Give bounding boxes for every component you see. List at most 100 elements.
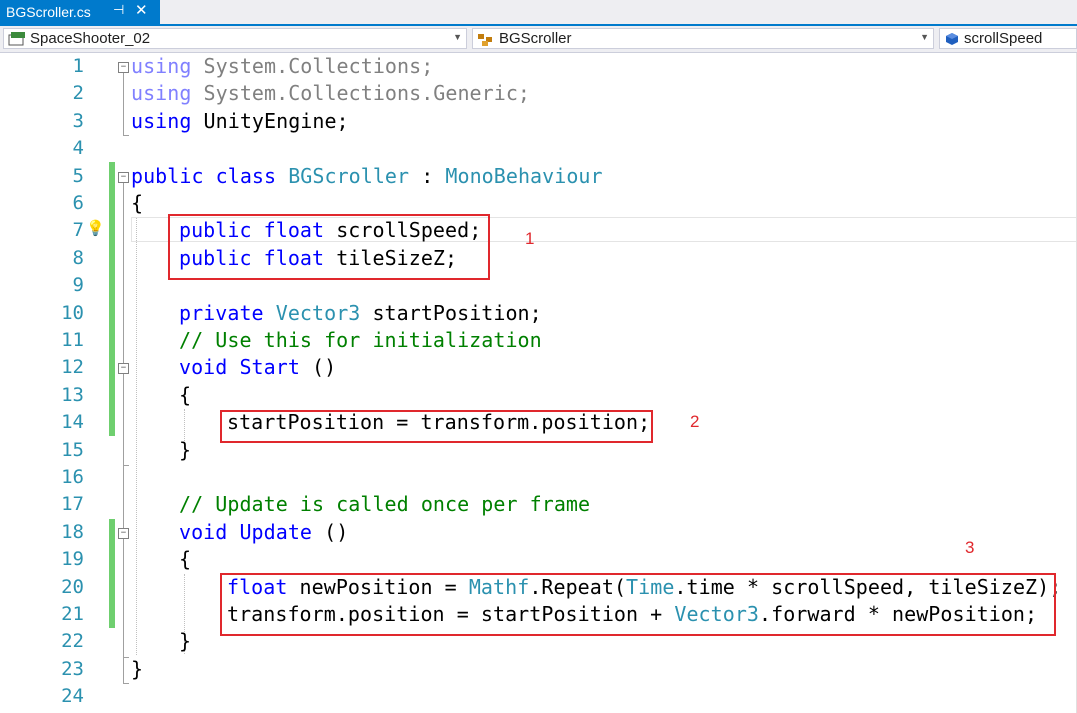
code-text: using System.Collections.Generic; [131, 80, 530, 107]
code-token: BGScroller [288, 163, 410, 188]
line-number: 12 [61, 356, 84, 379]
line-number: 1 [72, 55, 84, 77]
line-number: 5 [72, 164, 84, 187]
tab-label: BGScroller.cs [6, 4, 91, 20]
code-token: Vector3 [275, 300, 361, 325]
member-dropdown-value: scrollSpeed [964, 30, 1043, 47]
line-number: 6 [72, 192, 84, 214]
code-token: class [215, 163, 277, 188]
member-dropdown[interactable]: scrollSpeed [939, 28, 1077, 49]
line-number: 9 [72, 274, 84, 297]
code-token: void [179, 519, 228, 544]
code-line[interactable]: 4 [0, 135, 1077, 162]
code-token: : [409, 163, 446, 188]
code-text: public class BGScroller : MonoBehaviour [131, 163, 603, 190]
line-number: 8 [72, 246, 84, 269]
code-text: // Use this for initialization [179, 327, 542, 354]
class-icon [478, 33, 492, 46]
class-dropdown[interactable]: BGScroller ▼ [472, 28, 934, 49]
pin-icon[interactable]: ⊣ [113, 3, 124, 18]
line-number: 18 [61, 520, 84, 543]
chevron-down-icon: ▼ [920, 32, 929, 42]
code-token: void [179, 355, 228, 380]
code-text: } [179, 437, 191, 464]
line-number: 16 [61, 466, 84, 488]
code-line[interactable]: 10 private Vector3 startPosition; [0, 300, 1077, 327]
code-text: void Update () [179, 519, 348, 546]
code-line[interactable]: 19 { [0, 546, 1077, 573]
code-text: } [179, 628, 191, 655]
line-number: 4 [72, 137, 84, 160]
code-line[interactable]: 13 { [0, 382, 1077, 409]
highlight-box-1 [168, 214, 490, 280]
code-line[interactable]: 5 public class BGScroller : MonoBehaviour [0, 163, 1077, 190]
project-dropdown-value: SpaceShooter_02 [30, 30, 151, 47]
code-line[interactable]: 18 void Update () [0, 519, 1077, 546]
code-line[interactable]: 1 using System.Collections; [0, 53, 1077, 80]
code-text: // Update is called once per frame [179, 491, 590, 518]
navigation-bar: SpaceShooter_02 ▼ BGScroller ▼ scrollSpe… [0, 26, 1077, 53]
tab-bgscroller-cs[interactable]: BGScroller.cs ⊣ ✕ [0, 0, 160, 24]
code-token: { [131, 191, 144, 215]
line-number: 22 [61, 630, 84, 653]
code-token: } [131, 656, 144, 681]
project-dropdown[interactable]: SpaceShooter_02 ▼ [3, 28, 467, 49]
code-line[interactable]: 11 // Use this for initialization [0, 327, 1077, 354]
code-line[interactable]: 24 [0, 683, 1077, 710]
code-token: using [131, 108, 192, 133]
close-icon[interactable]: ✕ [135, 1, 148, 19]
document-tab-strip: BGScroller.cs ⊣ ✕ [0, 0, 1077, 26]
line-number: 13 [61, 383, 84, 406]
line-number: 7 [72, 219, 84, 242]
code-token: MonoBehaviour [445, 163, 603, 188]
code-line[interactable]: 23} [0, 656, 1077, 683]
code-text: using UnityEngine; [131, 108, 349, 135]
code-line[interactable]: 6{ [0, 190, 1077, 217]
code-token: public [131, 163, 204, 188]
code-text: { [179, 546, 191, 573]
code-line[interactable]: 17 // Update is called once per frame [0, 491, 1077, 518]
line-number: 3 [72, 109, 84, 132]
code-text: private Vector3 startPosition; [179, 300, 542, 327]
line-number: 23 [61, 657, 84, 680]
code-text: } [131, 656, 143, 683]
code-line[interactable]: 8 public float tileSizeZ; [0, 245, 1077, 272]
code-token: () [312, 519, 349, 544]
code-text: using System.Collections; [131, 53, 433, 80]
code-line[interactable]: 3 using UnityEngine; [0, 108, 1077, 135]
line-number: 2 [72, 82, 84, 105]
field-icon [946, 32, 958, 45]
code-text: { [179, 382, 191, 409]
code-line[interactable]: 16 [0, 464, 1077, 491]
line-number: 11 [61, 329, 84, 351]
code-token: System.Collections.Generic; [191, 81, 531, 106]
code-token: { [179, 547, 192, 572]
code-token: { [179, 382, 192, 407]
code-editor[interactable]: − − − − 💡 1 using System.Collections; 2 usi… [0, 53, 1077, 713]
line-number: 20 [61, 575, 84, 598]
code-token: Update [239, 519, 313, 544]
line-number: 17 [61, 493, 84, 516]
code-token: } [179, 629, 192, 654]
line-number: 15 [61, 438, 84, 461]
annotation-label-3: 3 [965, 538, 975, 557]
code-token: // Use this for initialization [179, 328, 542, 352]
code-line[interactable]: 2 using System.Collections.Generic; [0, 80, 1077, 107]
code-token: () [299, 355, 337, 380]
code-text: void Start () [179, 354, 336, 381]
code-text: { [131, 190, 143, 217]
code-token: private [179, 300, 264, 325]
line-number: 21 [61, 603, 84, 625]
code-line[interactable]: 7 public float scrollSpeed; [0, 217, 1077, 244]
code-line[interactable]: 9 [0, 272, 1077, 299]
code-token: } [179, 437, 192, 462]
code-token: using [131, 54, 192, 78]
line-number: 10 [61, 301, 84, 324]
code-line[interactable]: 12 void Start () [0, 354, 1077, 381]
code-token: Start [239, 355, 300, 380]
line-number: 14 [61, 411, 84, 434]
